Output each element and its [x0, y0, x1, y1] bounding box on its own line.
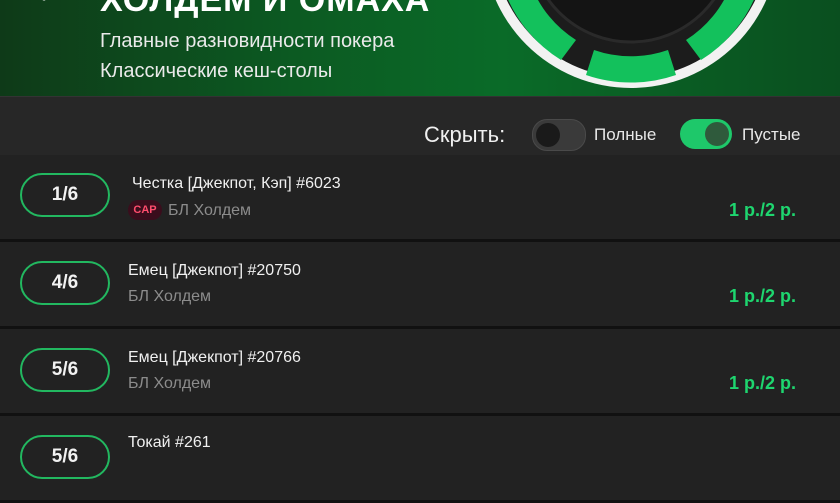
page-title: ХОЛДЕМ И ОМАХА: [100, 0, 431, 19]
poker-chip-logo-icon: [495, 0, 767, 88]
game-type: БЛ Холдем: [128, 288, 212, 305]
seats-pill: 5/6: [20, 435, 110, 479]
table-name: Емец [Джекпот] #20750: [128, 262, 301, 279]
hide-label: Скрыть:: [424, 122, 506, 147]
seats-pill: 5/6: [20, 348, 110, 392]
hide-empty-label: Пустые: [742, 125, 801, 144]
hide-full-toggle[interactable]: [532, 119, 586, 151]
game-type: БЛ Холдем: [168, 202, 252, 219]
stakes: 1 р./2 р.: [728, 200, 796, 220]
table-row[interactable]: 1/6 Честка [Джекпот, Кэп] #6023 CAP БЛ Х…: [0, 155, 840, 242]
hide-full-label: Полные: [594, 125, 657, 144]
back-arrow-icon[interactable]: [30, 0, 70, 16]
game-type: БЛ Холдем: [128, 375, 212, 392]
stakes: 1 р./2 р.: [728, 373, 796, 393]
page-subtitle-secondary: Классические кеш-столы: [100, 60, 333, 82]
table-row[interactable]: 5/6 Токай #261: [0, 416, 840, 503]
seats-pill: 4/6: [20, 261, 110, 305]
table-row[interactable]: 4/6 Емец [Джекпот] #20750 БЛ Холдем 1 р.…: [0, 242, 840, 329]
table-name: Емец [Джекпот] #20766: [128, 349, 301, 366]
page-subtitle: Главные разновидности покера: [100, 30, 395, 52]
header-banner: ХОЛДЕМ И ОМАХА Главные разновидности пок…: [0, 0, 840, 96]
hide-empty-toggle[interactable]: [680, 119, 732, 149]
seats-pill: 1/6: [20, 173, 110, 217]
table-name: Честка [Джекпот, Кэп] #6023: [132, 175, 341, 192]
cap-badge: CAP: [128, 200, 162, 220]
table-row[interactable]: 5/6 Емец [Джекпот] #20766 БЛ Холдем 1 р.…: [0, 329, 840, 416]
stakes: 1 р./2 р.: [728, 286, 796, 306]
table-name: Токай #261: [128, 434, 211, 451]
